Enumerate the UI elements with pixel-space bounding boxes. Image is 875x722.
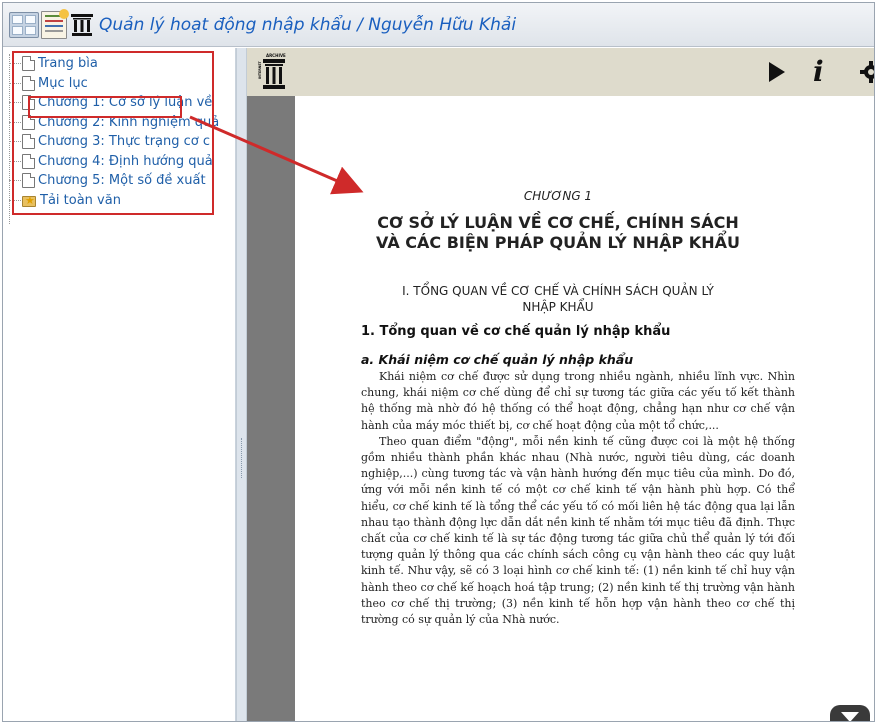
chapter-title-line-2: VÀ CÁC BIỆN PHÁP QUẢN LÝ NHẬP KHẨU: [376, 233, 740, 252]
settings-icon[interactable]: [859, 60, 875, 84]
section-title-line-1: I. TỔNG QUAN VỀ CƠ CHẾ VÀ CHÍNH SÁCH QUẢ…: [402, 284, 714, 298]
panel-splitter[interactable]: [236, 48, 247, 721]
highlight-box-toc: [12, 51, 214, 215]
document-title: Quản lý hoạt động nhập khẩu / Nguyễn Hữu…: [99, 15, 517, 35]
logo-archive-text: ARCHIVE: [266, 53, 286, 58]
paragraph: Khái niệm cơ chế được sử dụng trong nhiề…: [361, 370, 795, 432]
logo-internet-text: INTERNET: [258, 60, 262, 79]
paragraph: Theo quan điểm "động", mỗi nền kinh tế c…: [361, 434, 795, 627]
chapter-title: CƠ SỞ LÝ LUẬN VỀ CƠ CHẾ, CHÍNH SÁCH VÀ C…: [295, 213, 821, 253]
splitter-grip[interactable]: [241, 438, 243, 478]
table-of-contents-icon[interactable]: [41, 9, 69, 39]
section-title-line-2: NHẬP KHẨU: [522, 300, 594, 314]
thumbnail-grid-icon[interactable]: [9, 12, 39, 38]
chapter-title-line-1: CƠ SỞ LÝ LUẬN VỀ CƠ CHẾ, CHÍNH SÁCH: [377, 213, 739, 232]
section-title: I. TỔNG QUAN VỀ CƠ CHẾ VÀ CHÍNH SÁCH QUẢ…: [295, 283, 821, 315]
body-text: Khái niệm cơ chế được sử dụng trong nhiề…: [361, 369, 795, 628]
highlight-box-chapter-1: [28, 96, 182, 118]
title-bar: Quản lý hoạt động nhập khẩu / Nguyễn Hữu…: [3, 3, 874, 47]
sub-heading-1: 1. Tổng quan về cơ chế quản lý nhập khẩu: [361, 324, 671, 339]
sub-heading-2: a. Khái niệm cơ chế quản lý nhập khẩu: [361, 352, 634, 367]
book-page: CHƯƠNG 1 CƠ SỞ LÝ LUẬN VỀ CƠ CHẾ, CHÍNH …: [295, 96, 821, 721]
info-icon[interactable]: i: [813, 55, 824, 88]
chapter-label: CHƯƠNG 1: [523, 189, 593, 203]
scroll-down-button[interactable]: [830, 705, 870, 721]
viewer-toolbar: ARCHIVE INTERNET i: [247, 48, 875, 96]
internet-archive-logo: ARCHIVE INTERNET: [258, 53, 286, 89]
next-page-edge: [821, 96, 874, 721]
sidebar-tree: Trang bìa Mục lục Chương 1: Cơ sở lý luậ…: [3, 48, 236, 721]
play-icon[interactable]: [769, 62, 785, 82]
internet-archive-icon[interactable]: [70, 13, 94, 37]
book-viewer: ARCHIVE INTERNET i CHƯƠNG 1 CƠ SỞ LÝ LUẬ…: [247, 48, 875, 721]
app-window: Quản lý hoạt động nhập khẩu / Nguyễn Hữu…: [2, 2, 875, 722]
